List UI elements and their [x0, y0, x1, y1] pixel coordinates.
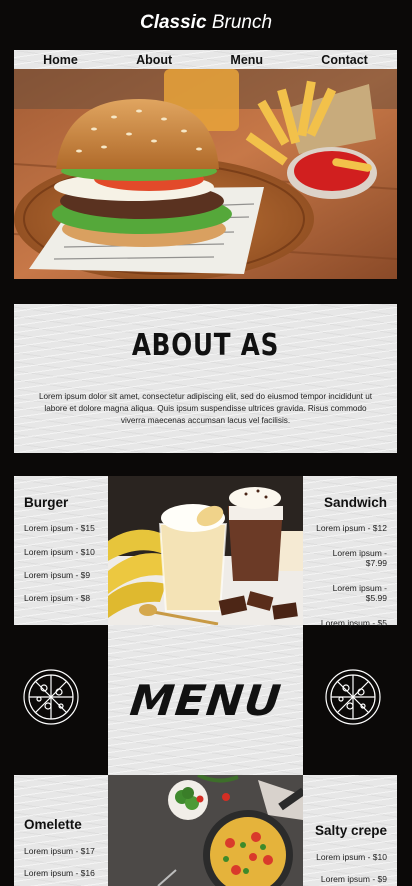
main-nav: Home About Menu Contact — [14, 50, 397, 69]
burger-menu-panel: Burger Lorem ipsum - $15 Lorem ipsum - $… — [14, 476, 108, 625]
nav-home[interactable]: Home — [43, 53, 78, 67]
menu-title: MENU — [127, 675, 284, 725]
crepe-item: Lorem ipsum - $10 — [316, 852, 387, 862]
pizza-icon — [22, 668, 80, 726]
burger-title: Burger — [24, 495, 69, 510]
sandwich-title: Sandwich — [323, 495, 387, 510]
pizza-icon — [324, 668, 382, 726]
brand-bold: Classic — [139, 12, 207, 33]
sandwich-item: Lorem ipsum - $12 — [316, 523, 387, 533]
sandwich-item: Lorem ipsum - $5.99 — [332, 583, 387, 603]
crepe-title: Salty crepe — [314, 823, 387, 838]
crepe-item: Lorem ipsum - $9 — [320, 874, 387, 884]
milkshake-image — [108, 476, 303, 625]
nav-contact[interactable]: Contact — [321, 53, 368, 67]
omelette-image — [108, 775, 303, 886]
omelette-items: Lorem ipsum - $17 Lorem ipsum - $16 — [24, 846, 98, 878]
sandwich-item: Lorem ipsum - $7.99 — [332, 548, 387, 568]
about-heading: ABOUT AS — [131, 328, 280, 363]
burger-item: Lorem ipsum - $10 — [24, 547, 95, 557]
burger-item: Lorem ipsum - $9 — [24, 570, 91, 580]
burger-item: Lorem ipsum - $8 — [24, 593, 91, 603]
about-section: ABOUT AS Lorem ipsum dolor sit amet, con… — [14, 304, 397, 453]
sandwich-items: Lorem ipsum - $12 Lorem ipsum - $7.99 Lo… — [313, 523, 387, 628]
menu-title-block: MENU — [108, 625, 303, 775]
omelette-item: Lorem ipsum - $16 — [24, 868, 95, 878]
crepe-menu-panel: Salty crepe Lorem ipsum - $10 Lorem ipsu… — [303, 775, 397, 886]
hero-burger-image — [14, 69, 397, 279]
brand-logo[interactable]: Classic Brunch — [0, 12, 412, 34]
omelette-title: Omelette — [24, 817, 82, 832]
burger-item: Lorem ipsum - $15 — [24, 523, 95, 533]
nav-about[interactable]: About — [136, 53, 172, 67]
burger-items: Lorem ipsum - $15 Lorem ipsum - $10 Lore… — [24, 523, 98, 603]
brand-light: Brunch — [211, 12, 273, 33]
about-text: Lorem ipsum dolor sit amet, consectetur … — [38, 392, 373, 425]
sandwich-item: Lorem ipsum - $5 — [320, 618, 387, 628]
crepe-items: Lorem ipsum - $10 Lorem ipsum - $9 — [313, 852, 387, 884]
nav-menu[interactable]: Menu — [230, 53, 263, 67]
omelette-item: Lorem ipsum - $17 — [24, 846, 95, 856]
sandwich-menu-panel: Sandwich Lorem ipsum - $12 Lorem ipsum -… — [303, 476, 397, 628]
omelette-menu-panel: Omelette Lorem ipsum - $17 Lorem ipsum -… — [14, 775, 108, 886]
